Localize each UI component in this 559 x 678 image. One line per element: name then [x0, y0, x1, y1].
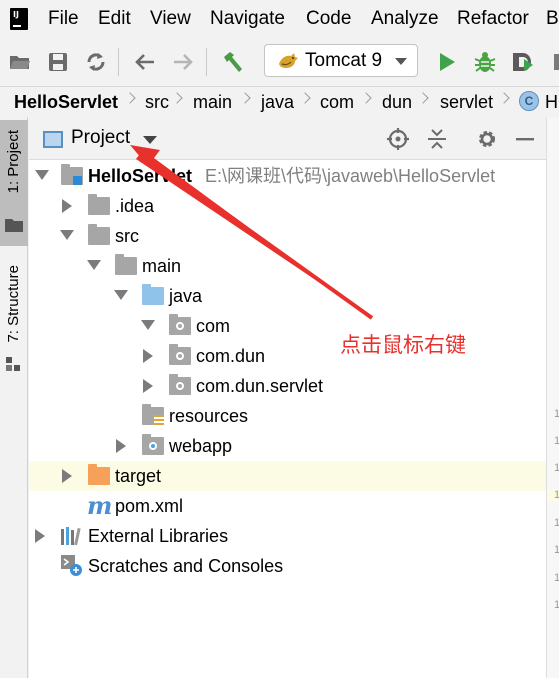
- annotation-text: 点击鼠标右键: [340, 334, 466, 357]
- annotation-arrow: [130, 145, 374, 320]
